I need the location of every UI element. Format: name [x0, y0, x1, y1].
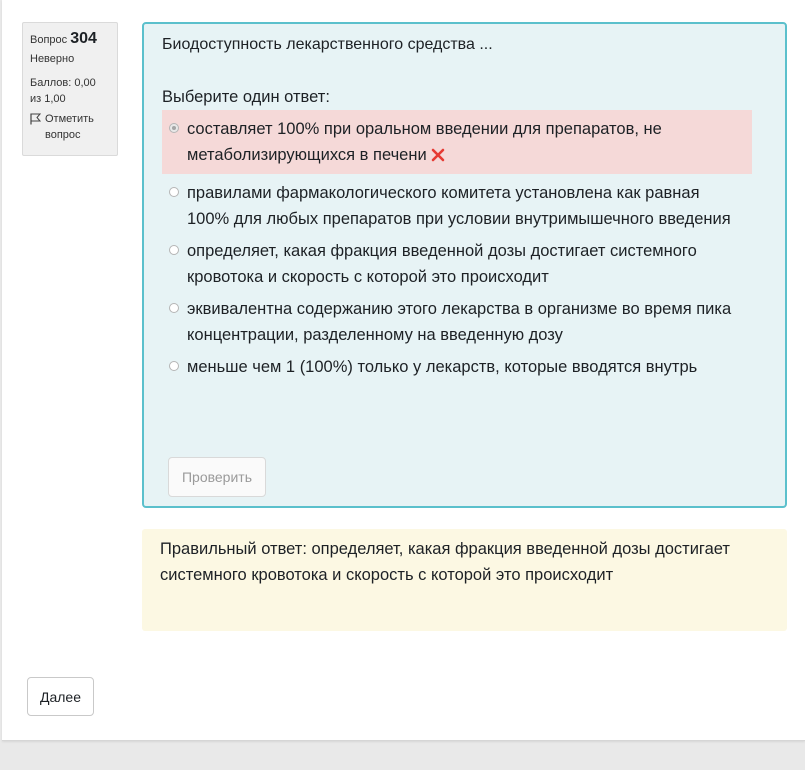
question-grade: Баллов: 0,00 из 1,00 — [30, 77, 96, 105]
answer-label-2: правилами фармакологического комитета ус… — [187, 184, 731, 228]
flag-question-label: Отметить вопрос — [45, 113, 94, 141]
right-answer-feedback: Правильный ответ: определяет, какая фрак… — [142, 529, 787, 631]
answer-radio-3[interactable] — [169, 245, 179, 255]
answer-label-3: определяет, какая фракция введенной дозы… — [187, 242, 697, 286]
answer-radio-4[interactable] — [169, 303, 179, 313]
quiz-page: Вопрос 304 Неверно Баллов: 0,00 из 1,00 … — [2, 0, 805, 741]
answer-option-5[interactable]: меньше чем 1 (100%) только у лекарств, к… — [162, 348, 752, 381]
answer-label-4: эквивалентна содержанию этого лекарства … — [187, 300, 732, 344]
answer-option-4[interactable]: эквивалентна содержанию этого лекарства … — [162, 290, 752, 348]
incorrect-x-icon — [431, 148, 444, 162]
flag-icon — [30, 113, 41, 125]
question-text: Биодоступность лекарственного средства .… — [162, 36, 493, 53]
next-button[interactable]: Далее — [27, 677, 94, 716]
answer-list: составляет 100% при оральном введении дл… — [162, 110, 752, 381]
question-state: Неверно — [30, 53, 75, 65]
answer-option-1[interactable]: составляет 100% при оральном введении дл… — [162, 110, 752, 174]
question-label: Вопрос — [30, 34, 68, 46]
answer-radio-1[interactable] — [169, 123, 179, 133]
answer-radio-2[interactable] — [169, 187, 179, 197]
question-number: Вопрос 304 — [30, 30, 110, 49]
answer-label-1: составляет 100% при оральном введении дл… — [187, 120, 662, 164]
question-number-value: 304 — [70, 30, 97, 47]
question-info-panel: Вопрос 304 Неверно Баллов: 0,00 из 1,00 … — [22, 22, 118, 156]
check-button[interactable]: Проверить — [168, 457, 266, 497]
answer-label-5: меньше чем 1 (100%) только у лекарств, к… — [187, 358, 698, 376]
answer-option-2[interactable]: правилами фармакологического комитета ус… — [162, 174, 752, 232]
answer-prompt: Выберите один ответ: — [162, 88, 330, 106]
question-formulation: Биодоступность лекарственного средства .… — [142, 22, 787, 508]
flag-question-link[interactable]: Отметить вопрос — [30, 111, 110, 143]
answer-option-3[interactable]: определяет, какая фракция введенной дозы… — [162, 232, 752, 290]
answer-radio-5[interactable] — [169, 361, 179, 371]
